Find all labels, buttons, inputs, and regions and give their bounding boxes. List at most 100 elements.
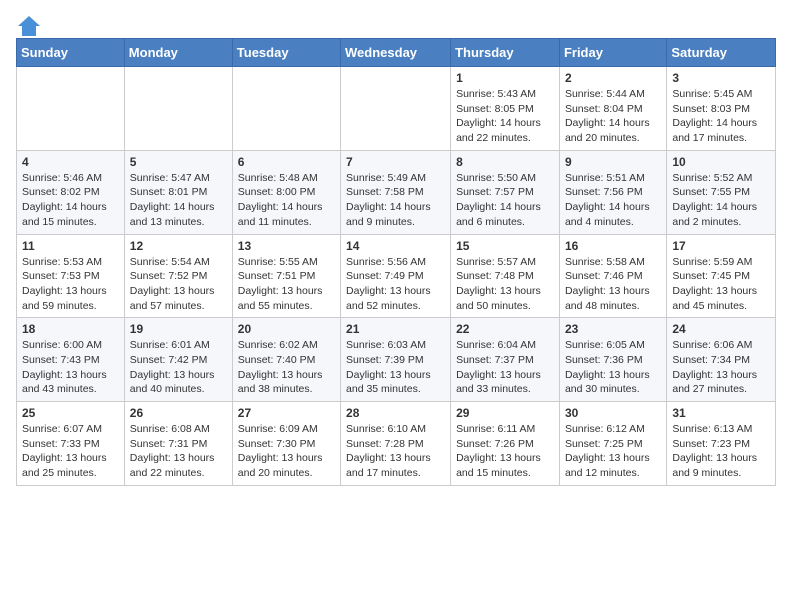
calendar-cell: 1 Sunrise: 5:43 AM Sunset: 8:05 PM Daylig… xyxy=(451,67,560,151)
day-info: Sunrise: 5:49 AM Sunset: 7:58 PM Dayligh… xyxy=(346,171,445,230)
day-number: 22 xyxy=(456,322,554,336)
day-number: 12 xyxy=(130,239,227,253)
weekday-header-friday: Friday xyxy=(559,39,666,67)
day-info: Sunrise: 5:43 AM Sunset: 8:05 PM Dayligh… xyxy=(456,87,554,146)
day-number: 4 xyxy=(22,155,119,169)
day-info: Sunrise: 5:59 AM Sunset: 7:45 PM Dayligh… xyxy=(672,255,770,314)
weekday-header-saturday: Saturday xyxy=(667,39,776,67)
day-number: 24 xyxy=(672,322,770,336)
calendar-cell: 4 Sunrise: 5:46 AM Sunset: 8:02 PM Daylig… xyxy=(17,150,125,234)
day-info: Sunrise: 6:06 AM Sunset: 7:34 PM Dayligh… xyxy=(672,338,770,397)
day-number: 16 xyxy=(565,239,661,253)
day-number: 1 xyxy=(456,71,554,85)
day-info: Sunrise: 6:00 AM Sunset: 7:43 PM Dayligh… xyxy=(22,338,119,397)
calendar-cell: 24 Sunrise: 6:06 AM Sunset: 7:34 PM Dayli… xyxy=(667,318,776,402)
day-info: Sunrise: 5:57 AM Sunset: 7:48 PM Dayligh… xyxy=(456,255,554,314)
day-info: Sunrise: 5:50 AM Sunset: 7:57 PM Dayligh… xyxy=(456,171,554,230)
weekday-header-wednesday: Wednesday xyxy=(341,39,451,67)
calendar-cell: 18 Sunrise: 6:00 AM Sunset: 7:43 PM Dayli… xyxy=(17,318,125,402)
calendar-cell: 28Sunrise: 6:10 AM Sunset: 7:28 PM Dayli… xyxy=(341,402,451,486)
day-info: Sunrise: 6:04 AM Sunset: 7:37 PM Dayligh… xyxy=(456,338,554,397)
day-number: 19 xyxy=(130,322,227,336)
calendar-cell xyxy=(232,67,340,151)
day-info: Sunrise: 5:47 AM Sunset: 8:01 PM Dayligh… xyxy=(130,171,227,230)
calendar-cell: 3 Sunrise: 5:45 AM Sunset: 8:03 PM Daylig… xyxy=(667,67,776,151)
calendar-cell: 17 Sunrise: 5:59 AM Sunset: 7:45 PM Dayli… xyxy=(667,234,776,318)
day-number: 20 xyxy=(238,322,335,336)
day-number: 26 xyxy=(130,406,227,420)
day-number: 17 xyxy=(672,239,770,253)
day-number: 29 xyxy=(456,406,554,420)
calendar-cell: 6 Sunrise: 5:48 AM Sunset: 8:00 PM Daylig… xyxy=(232,150,340,234)
calendar-cell: 8 Sunrise: 5:50 AM Sunset: 7:57 PM Daylig… xyxy=(451,150,560,234)
day-info: Sunrise: 5:44 AM Sunset: 8:04 PM Dayligh… xyxy=(565,87,661,146)
day-info: Sunrise: 5:45 AM Sunset: 8:03 PM Dayligh… xyxy=(672,87,770,146)
calendar-week-row: 4 Sunrise: 5:46 AM Sunset: 8:02 PM Daylig… xyxy=(17,150,776,234)
logo-icon xyxy=(18,16,40,36)
day-info: Sunrise: 5:55 AM Sunset: 7:51 PM Dayligh… xyxy=(238,255,335,314)
calendar-cell: 19 Sunrise: 6:01 AM Sunset: 7:42 PM Dayli… xyxy=(124,318,232,402)
calendar-cell: 2 Sunrise: 5:44 AM Sunset: 8:04 PM Daylig… xyxy=(559,67,666,151)
day-number: 2 xyxy=(565,71,661,85)
day-info: Sunrise: 6:05 AM Sunset: 7:36 PM Dayligh… xyxy=(565,338,661,397)
calendar-cell: 9 Sunrise: 5:51 AM Sunset: 7:56 PM Daylig… xyxy=(559,150,666,234)
calendar-cell xyxy=(124,67,232,151)
day-number: 9 xyxy=(565,155,661,169)
day-info: Sunrise: 5:53 AM Sunset: 7:53 PM Dayligh… xyxy=(22,255,119,314)
day-number: 14 xyxy=(346,239,445,253)
day-number: 11 xyxy=(22,239,119,253)
calendar-cell: 14 Sunrise: 5:56 AM Sunset: 7:49 PM Dayli… xyxy=(341,234,451,318)
day-info: Sunrise: 6:13 AM Sunset: 7:23 PM Dayligh… xyxy=(672,422,770,481)
day-number: 18 xyxy=(22,322,119,336)
day-number: 8 xyxy=(456,155,554,169)
day-info: Sunrise: 5:48 AM Sunset: 8:00 PM Dayligh… xyxy=(238,171,335,230)
calendar-cell: 31 Sunrise: 6:13 AM Sunset: 7:23 PM Dayli… xyxy=(667,402,776,486)
calendar-cell: 29 Sunrise: 6:11 AM Sunset: 7:26 PM Dayli… xyxy=(451,402,560,486)
day-info: Sunrise: 6:03 AM Sunset: 7:39 PM Dayligh… xyxy=(346,338,445,397)
day-info: Sunrise: 6:08 AM Sunset: 7:31 PM Dayligh… xyxy=(130,422,227,481)
day-number: 7 xyxy=(346,155,445,169)
day-info: Sunrise: 5:46 AM Sunset: 8:02 PM Dayligh… xyxy=(22,171,119,230)
calendar-cell: 13 Sunrise: 5:55 AM Sunset: 7:51 PM Dayli… xyxy=(232,234,340,318)
day-number: 23 xyxy=(565,322,661,336)
day-number: 21 xyxy=(346,322,445,336)
day-info: Sunrise: 5:56 AM Sunset: 7:49 PM Dayligh… xyxy=(346,255,445,314)
calendar-week-row: 1 Sunrise: 5:43 AM Sunset: 8:05 PM Daylig… xyxy=(17,67,776,151)
calendar-week-row: 18 Sunrise: 6:00 AM Sunset: 7:43 PM Dayli… xyxy=(17,318,776,402)
day-info: Sunrise: 6:01 AM Sunset: 7:42 PM Dayligh… xyxy=(130,338,227,397)
calendar-cell: 11 Sunrise: 5:53 AM Sunset: 7:53 PM Dayli… xyxy=(17,234,125,318)
calendar-cell: 25 Sunrise: 6:07 AM Sunset: 7:33 PM Dayli… xyxy=(17,402,125,486)
calendar-cell: 12 Sunrise: 5:54 AM Sunset: 7:52 PM Dayli… xyxy=(124,234,232,318)
day-info: Sunrise: 5:52 AM Sunset: 7:55 PM Dayligh… xyxy=(672,171,770,230)
day-info: Sunrise: 6:07 AM Sunset: 7:33 PM Dayligh… xyxy=(22,422,119,481)
weekday-header-monday: Monday xyxy=(124,39,232,67)
day-number: 3 xyxy=(672,71,770,85)
day-info: Sunrise: 6:12 AM Sunset: 7:25 PM Dayligh… xyxy=(565,422,661,481)
logo xyxy=(16,16,40,30)
calendar-table: SundayMondayTuesdayWednesdayThursdayFrid… xyxy=(16,38,776,486)
calendar-cell: 22 Sunrise: 6:04 AM Sunset: 7:37 PM Dayli… xyxy=(451,318,560,402)
day-info: Sunrise: 5:51 AM Sunset: 7:56 PM Dayligh… xyxy=(565,171,661,230)
day-number: 25 xyxy=(22,406,119,420)
day-info: Sunrise: 5:54 AM Sunset: 7:52 PM Dayligh… xyxy=(130,255,227,314)
weekday-header-sunday: Sunday xyxy=(17,39,125,67)
day-number: 31 xyxy=(672,406,770,420)
calendar-cell: 27Sunrise: 6:09 AM Sunset: 7:30 PM Dayli… xyxy=(232,402,340,486)
calendar-week-row: 11 Sunrise: 5:53 AM Sunset: 7:53 PM Dayli… xyxy=(17,234,776,318)
calendar-cell: 30 Sunrise: 6:12 AM Sunset: 7:25 PM Dayli… xyxy=(559,402,666,486)
day-info: Sunrise: 6:02 AM Sunset: 7:40 PM Dayligh… xyxy=(238,338,335,397)
day-number: 30 xyxy=(565,406,661,420)
day-info: Sunrise: 6:11 AM Sunset: 7:26 PM Dayligh… xyxy=(456,422,554,481)
calendar-cell: 20 Sunrise: 6:02 AM Sunset: 7:40 PM Dayli… xyxy=(232,318,340,402)
day-number: 6 xyxy=(238,155,335,169)
calendar-cell: 10Sunrise: 5:52 AM Sunset: 7:55 PM Dayli… xyxy=(667,150,776,234)
page-header xyxy=(16,16,776,30)
calendar-cell: 15Sunrise: 5:57 AM Sunset: 7:48 PM Dayli… xyxy=(451,234,560,318)
day-number: 28 xyxy=(346,406,445,420)
calendar-cell: 23 Sunrise: 6:05 AM Sunset: 7:36 PM Dayli… xyxy=(559,318,666,402)
calendar-cell xyxy=(17,67,125,151)
calendar-cell: 16Sunrise: 5:58 AM Sunset: 7:46 PM Dayli… xyxy=(559,234,666,318)
day-number: 13 xyxy=(238,239,335,253)
day-number: 27 xyxy=(238,406,335,420)
weekday-header-thursday: Thursday xyxy=(451,39,560,67)
